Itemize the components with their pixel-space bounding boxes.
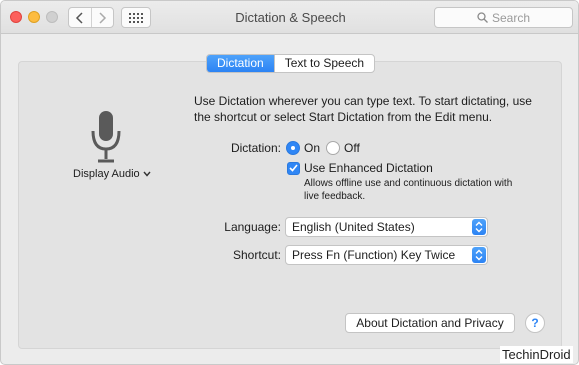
tab-bar: Dictation Text to Speech <box>206 54 376 73</box>
language-select[interactable]: English (United States) <box>285 217 488 237</box>
dictation-description: Use Dictation wherever you can type text… <box>194 94 532 124</box>
shortcut-select[interactable]: Press Fn (Function) Key Twice <box>285 245 488 265</box>
enhanced-dictation-label: Use Enhanced Dictation <box>304 161 433 175</box>
watermark-text: TechinDroid <box>500 346 573 363</box>
tab-text-to-speech[interactable]: Text to Speech <box>273 55 374 72</box>
shortcut-value: Press Fn (Function) Key Twice <box>292 248 456 262</box>
dictation-label: Dictation: <box>230 141 281 155</box>
radio-selected-indicator <box>286 141 300 155</box>
microphone-source-label: Display Audio <box>73 168 140 180</box>
tab-dictation[interactable]: Dictation <box>207 55 274 72</box>
dictation-off-label: Off <box>344 141 360 155</box>
search-placeholder: Search <box>491 10 531 25</box>
language-label: Language: <box>224 220 281 234</box>
radio-unselected-indicator <box>326 141 340 155</box>
microphone-icon <box>91 111 121 163</box>
popup-arrows-icon <box>472 247 486 263</box>
enhanced-dictation-checkbox[interactable]: Use Enhanced Dictation <box>287 161 433 175</box>
shortcut-label: Shortcut: <box>232 248 281 262</box>
title-bar: Dictation & Speech Search <box>1 1 578 34</box>
dictation-on-label: On <box>304 141 321 155</box>
search-icon <box>477 12 488 23</box>
dictation-off-radio[interactable]: Off <box>326 141 360 155</box>
language-value: English (United States) <box>292 220 415 234</box>
help-button[interactable]: ? <box>525 313 545 333</box>
chevron-down-icon <box>143 171 151 177</box>
about-dictation-privacy-button[interactable]: About Dictation and Privacy <box>345 313 515 333</box>
dictation-on-radio[interactable]: On <box>286 141 320 155</box>
search-field[interactable]: Search <box>434 7 573 28</box>
preferences-window: Dictation & Speech Search Dictation Text… <box>0 0 579 365</box>
enhanced-dictation-note: Allows offline use and continuous dictat… <box>304 178 513 202</box>
popup-arrows-icon <box>472 219 486 235</box>
checkmark-icon <box>287 161 300 175</box>
microphone-source-popup[interactable]: Display Audio <box>73 168 151 180</box>
